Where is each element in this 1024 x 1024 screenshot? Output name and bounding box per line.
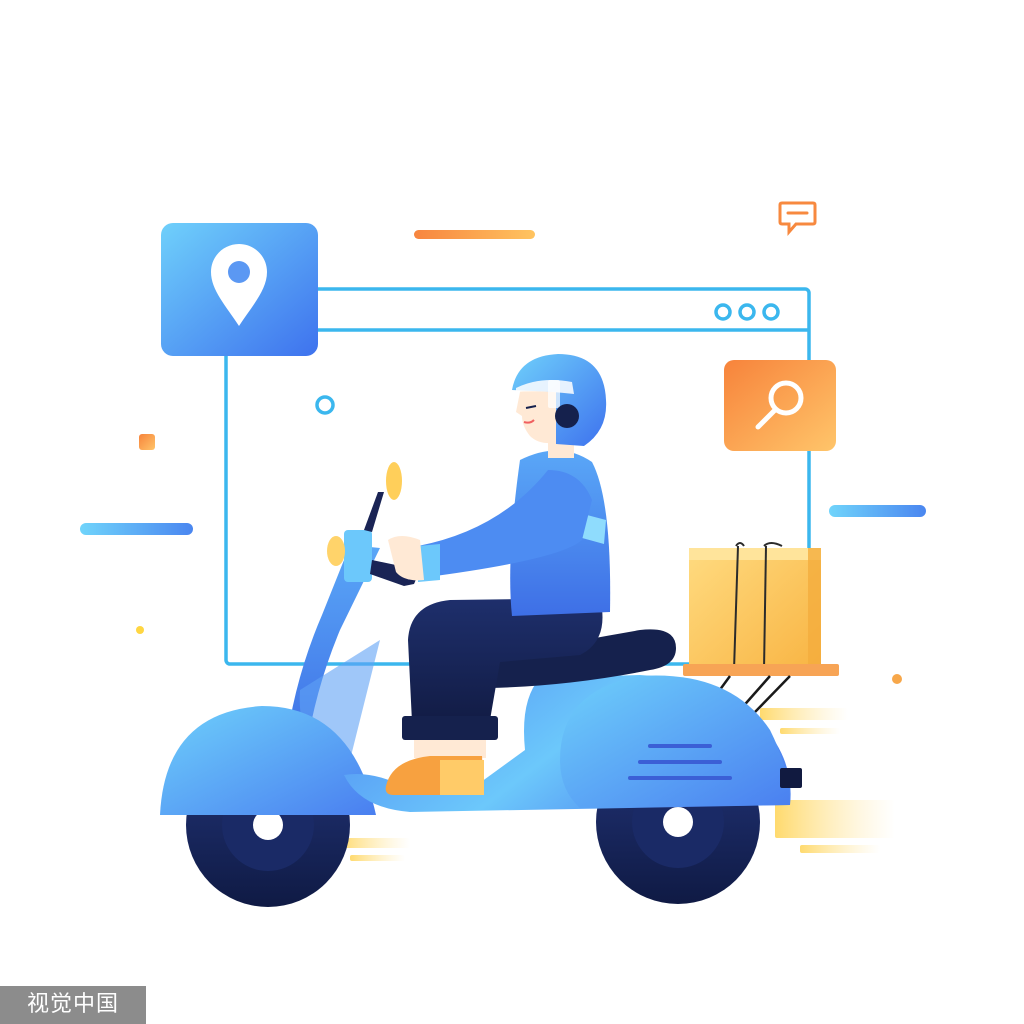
search-tile bbox=[724, 360, 836, 451]
decor-square bbox=[139, 434, 155, 450]
rider-torso bbox=[388, 450, 611, 616]
decor-bar-right bbox=[829, 505, 926, 517]
three-dot-icon bbox=[714, 303, 780, 321]
speech-bubble-icon bbox=[778, 201, 817, 236]
decor-dot-orange bbox=[892, 674, 902, 684]
scooter-rear-cowl bbox=[560, 675, 790, 808]
decor-bar-orange bbox=[414, 230, 535, 239]
location-tile bbox=[161, 223, 318, 356]
delivery-illustration bbox=[80, 201, 926, 907]
decor-ring bbox=[315, 395, 335, 415]
decor-dot-yellow bbox=[136, 626, 144, 634]
decor-bar-left bbox=[80, 523, 193, 535]
watermark: 视觉中国 bbox=[0, 986, 146, 1024]
tail-light bbox=[780, 768, 802, 788]
